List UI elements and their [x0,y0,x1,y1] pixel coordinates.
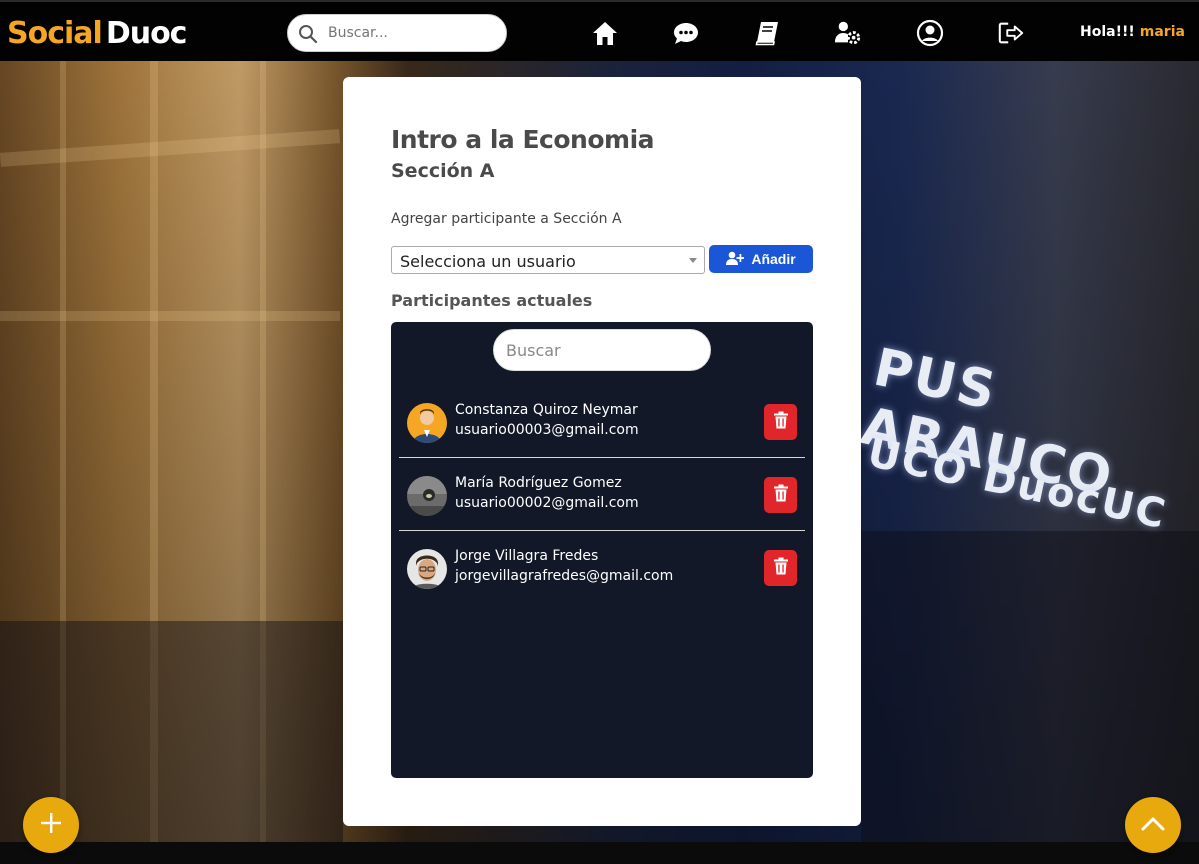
participant-row: Jorge Villagra Fredes jorgevillagrafrede… [399,531,805,604]
home-icon[interactable] [591,19,619,47]
top-search-box[interactable] [287,14,507,52]
footer-strip [0,842,1199,864]
add-participant-button[interactable]: Añadir [709,245,813,273]
add-participant-label: Agregar participante a Sección A [391,211,622,227]
brand-part-duoc: Duoc [105,16,188,51]
username: maria [1139,24,1185,40]
brand-part-social: Social [7,16,103,51]
participants-heading: Participantes actuales [391,291,593,310]
user-cog-icon[interactable] [834,19,862,47]
delete-participant-button[interactable] [764,550,797,586]
top-search-input[interactable] [328,23,498,43]
avatar [407,476,447,516]
chevron-down-icon [689,258,697,263]
greeting-text: Hola!!! [1080,24,1135,40]
participant-row: María Rodríguez Gomez usuario00002@gmail… [399,458,805,531]
delete-participant-button[interactable] [764,477,797,513]
add-button-label: Añadir [751,251,796,267]
plus-icon [40,812,62,838]
avatar [407,549,447,589]
logout-icon[interactable] [997,19,1025,47]
chat-icon[interactable] [672,19,700,47]
create-post-button[interactable] [23,797,79,853]
delete-participant-button[interactable] [764,404,797,440]
user-plus-icon [726,251,745,268]
trash-icon [773,557,789,579]
brand-logo[interactable]: Social Duoc [7,16,188,51]
participants-search-input[interactable]: Buscar [493,329,711,371]
scroll-to-top-button[interactable] [1125,797,1181,853]
participant-name: Constanza Quiroz Neymar [455,402,638,418]
top-navbar: SocialDuoc Hola!!!maria [0,0,1199,61]
participant-name: Jorge Villagra Fredes [455,548,599,564]
profile-icon[interactable] [916,19,944,47]
participant-email: usuario00003@gmail.com [455,422,639,438]
participants-panel: Buscar Constanza Quiroz Neymar usuario00… [391,322,813,778]
user-select[interactable]: Selecciona un usuario [391,246,705,274]
participant-row: Constanza Quiroz Neymar usuario00003@gma… [399,385,805,458]
chevron-up-icon [1141,815,1165,835]
section-card: Intro a la Economia Sección A Agregar pa… [343,77,861,826]
avatar [407,403,447,443]
user-select-value: Selecciona un usuario [400,252,576,271]
participant-email: usuario00002@gmail.com [455,495,639,511]
trash-icon [773,484,789,506]
search-icon [298,24,318,48]
book-icon[interactable] [753,19,781,47]
user-greeting: Hola!!! maria [1080,24,1185,40]
participant-name: María Rodríguez Gomez [455,475,622,491]
trash-icon [773,411,789,433]
course-title: Intro a la Economia [391,125,655,154]
participant-email: jorgevillagrafredes@gmail.com [455,568,674,584]
section-title: Sección A [391,160,495,182]
